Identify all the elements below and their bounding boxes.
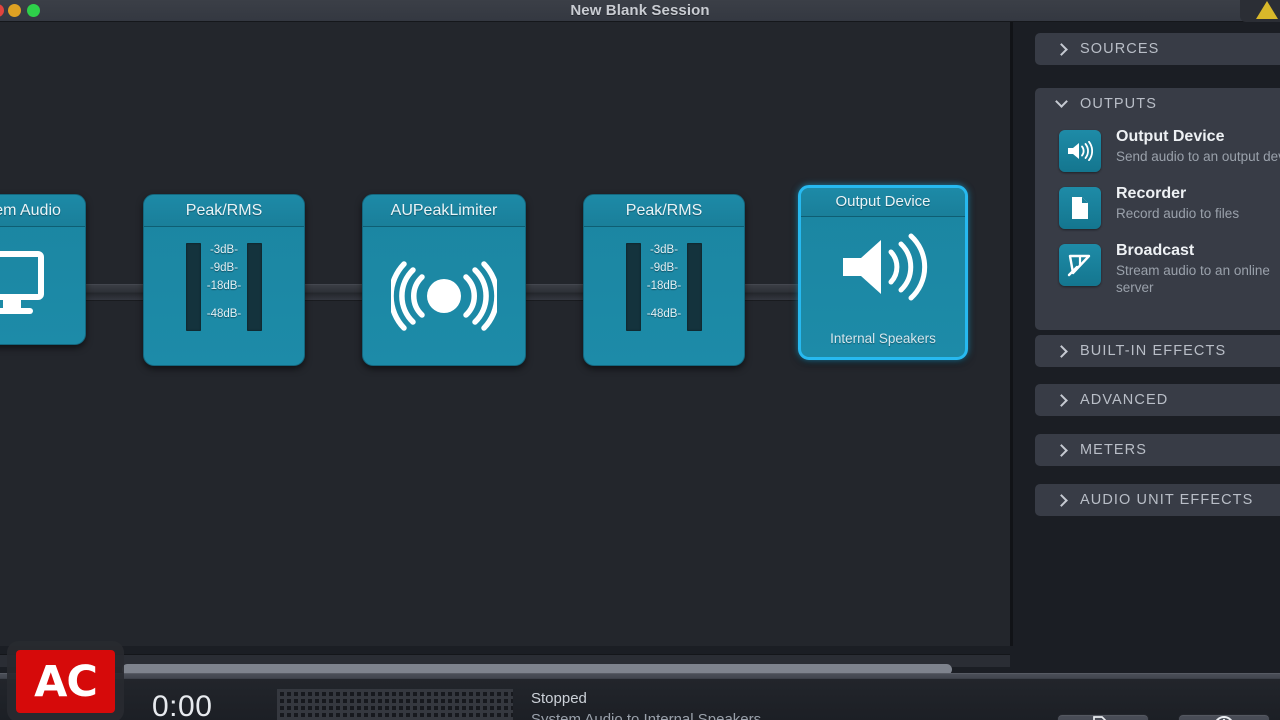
transport-bar: 0:00 Stopped System Audio to Internal Sp…: [0, 673, 1280, 720]
node-title: System Audio: [0, 195, 85, 227]
node-graph-canvas[interactable]: System Audio Peak/RMS -3dB-: [0, 22, 1012, 646]
title-bar: New Blank Session: [0, 0, 1280, 22]
chevron-down-icon: [1055, 95, 1068, 108]
sidebar-item-recorder[interactable]: Recorder Record audio to files: [1035, 183, 1280, 240]
history-button[interactable]: [1178, 714, 1270, 720]
list-item-title: Output Device: [1116, 128, 1225, 145]
chevron-right-icon: [1055, 493, 1068, 507]
monitor-icon: [0, 227, 85, 343]
list-item-text: Broadcast Stream audio to an online serv…: [1116, 240, 1280, 296]
node-body: Internal Speakers: [801, 217, 965, 353]
node-body: [0, 227, 85, 343]
watermark-logo: AC: [16, 650, 115, 713]
app-window: New Blank Session System Audio: [0, 0, 1280, 720]
sidebar-section-built-in-effects[interactable]: BUILT-IN EFFECTS: [1035, 335, 1280, 367]
level-meter-grid: [277, 689, 513, 720]
db-tick: -48dB-: [646, 308, 682, 320]
node-title: Peak/RMS: [144, 195, 304, 227]
list-item-title: Broadcast: [1116, 242, 1195, 259]
node-title: AUPeakLimiter: [363, 195, 525, 227]
list-item-text: Recorder Record audio to files: [1116, 183, 1280, 222]
list-item-description: Record audio to files: [1116, 206, 1240, 221]
chevron-right-icon: [1055, 42, 1068, 56]
db-tick: -9dB-: [209, 262, 239, 274]
list-item-description: Stream audio to an online server: [1116, 263, 1270, 295]
node-title: Peak/RMS: [584, 195, 744, 227]
section-label: AUDIO UNIT EFFECTS: [1080, 492, 1254, 508]
list-item-text: Output Device Send audio to an output de…: [1116, 126, 1280, 165]
db-tick: -18dB-: [646, 280, 682, 292]
sidebar-section-outputs[interactable]: OUTPUTS: [1035, 88, 1280, 120]
db-scale: -3dB- -9dB- -18dB- -48dB-: [144, 241, 304, 323]
node-title: Output Device: [801, 188, 965, 217]
section-label: ADVANCED: [1080, 392, 1169, 408]
outputs-list: Output Device Send audio to an output de…: [1035, 126, 1280, 297]
sidebar-section-audio-unit-effects[interactable]: AUDIO UNIT EFFECTS: [1035, 484, 1280, 516]
right-sidebar: SOURCES OUTPUTS Output Device Send audio…: [1013, 22, 1280, 646]
sidebar-item-broadcast[interactable]: Broadcast Stream audio to an online serv…: [1035, 240, 1280, 297]
window-title: New Blank Session: [570, 2, 710, 19]
sidebar-section-meters[interactable]: METERS: [1035, 434, 1280, 466]
db-tick: -9dB-: [649, 262, 679, 274]
db-tick: -48dB-: [206, 308, 242, 320]
document-icon: [1059, 187, 1101, 229]
node-body: -3dB- -9dB- -18dB- -48dB-: [144, 227, 304, 364]
section-label: OUTPUTS: [1080, 96, 1157, 112]
bottom-bar: 0:00 Stopped System Audio to Internal Sp…: [0, 646, 1280, 720]
warning-triangle-icon: [1256, 1, 1278, 19]
sidebar-section-outputs-panel: OUTPUTS Output Device Send audio to an o…: [1035, 88, 1280, 330]
speaker-icon: [1059, 130, 1101, 172]
node-body: -3dB- -9dB- -18dB- -48dB-: [584, 227, 744, 364]
node-peak-rms-2[interactable]: Peak/RMS -3dB- -9dB- -18dB- -48dB-: [583, 194, 745, 366]
sidebar-section-advanced[interactable]: ADVANCED: [1035, 384, 1280, 416]
satellite-dish-icon: [1059, 244, 1101, 286]
add-file-button[interactable]: [1057, 714, 1149, 720]
db-tick: -3dB-: [209, 244, 239, 256]
db-tick: -18dB-: [206, 280, 242, 292]
status-text: Stopped: [531, 690, 587, 707]
watermark-text: AC: [34, 656, 98, 707]
clock-icon: [1213, 715, 1235, 720]
node-output-device[interactable]: Output Device Internal Speakers: [798, 185, 968, 360]
status-detail-text: System Audio to Internal Speakers: [531, 711, 762, 720]
node-system-audio[interactable]: System Audio: [0, 194, 86, 345]
node-aupeaklimiter[interactable]: AUPeakLimiter: [362, 194, 526, 366]
chevron-right-icon: [1055, 443, 1068, 457]
db-tick: -3dB-: [649, 244, 679, 256]
limiter-waves-icon: [363, 227, 525, 364]
sidebar-section-sources[interactable]: SOURCES: [1035, 33, 1280, 65]
section-label: SOURCES: [1080, 41, 1160, 57]
timecode-display: 0:00: [152, 690, 213, 720]
node-body: [363, 227, 525, 364]
db-scale: -3dB- -9dB- -18dB- -48dB-: [584, 241, 744, 323]
sidebar-item-output-device[interactable]: Output Device Send audio to an output de…: [1035, 126, 1280, 183]
list-item-title: Recorder: [1116, 185, 1187, 202]
section-label: METERS: [1080, 442, 1148, 458]
node-subtitle: Internal Speakers: [830, 331, 936, 346]
chevron-right-icon: [1055, 344, 1068, 358]
horizontal-scrollbar-track[interactable]: [0, 654, 1010, 675]
section-label: BUILT-IN EFFECTS: [1080, 343, 1227, 359]
chevron-right-icon: [1055, 393, 1068, 407]
title-bar-right-accessory: [1240, 0, 1280, 22]
list-item-description: Send audio to an output device: [1116, 149, 1280, 164]
file-add-icon: [1092, 715, 1114, 720]
node-peak-rms-1[interactable]: Peak/RMS -3dB- -9dB- -18dB- -48dB-: [143, 194, 305, 366]
